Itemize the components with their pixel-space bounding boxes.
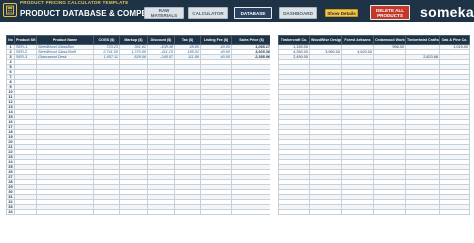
- competitor-price-cell[interactable]: [405, 209, 440, 215]
- column-header: Product SKU: [14, 35, 37, 45]
- competitor-header: Timbertwist Craftsman: [405, 35, 440, 45]
- delete-button-line2: PRODUCTS: [377, 12, 403, 18]
- competitor-header: Oak & Pine Co.: [439, 35, 470, 45]
- competitor-header: Timbercraft Co.: [278, 35, 310, 45]
- cell-price[interactable]: [231, 209, 272, 215]
- column-header: Markup ($): [119, 35, 148, 45]
- competitor-price-cell[interactable]: [341, 209, 374, 215]
- cell-no: 34: [6, 209, 15, 215]
- competitor-price-cell[interactable]: [439, 209, 470, 215]
- competitor-header: Cedarwood Workshop: [373, 35, 406, 45]
- template-name: PRODUCT PRICING CALCULATOR TEMPLATE: [20, 0, 129, 5]
- competitor-header: Forest Artisans: [341, 35, 374, 45]
- show-details-button[interactable]: Show Details: [325, 9, 358, 17]
- cell-name[interactable]: [36, 209, 94, 215]
- column-header: Sales Price ($): [231, 35, 272, 45]
- competitor-row: [278, 209, 470, 215]
- competitor-price-cell[interactable]: [278, 209, 310, 215]
- column-header: Discount ($): [147, 35, 175, 45]
- competitor-header: WoodWise Design: [309, 35, 342, 45]
- product-row: 34: [6, 209, 272, 215]
- cell-sku[interactable]: [14, 209, 37, 215]
- column-header: No: [6, 35, 15, 45]
- database-button[interactable]: DATABASE: [234, 7, 272, 19]
- column-header: Listing Fee ($): [200, 35, 232, 45]
- column-header: Product Name: [36, 35, 94, 45]
- dashboard-button[interactable]: DASHBOARD: [279, 7, 317, 19]
- competitors-table: Timbercraft Co. WoodWise Design Forest Art…: [278, 35, 470, 215]
- calculator-button[interactable]: CALCULATOR: [188, 7, 228, 19]
- competitor-price-cell[interactable]: [309, 209, 342, 215]
- competitor-price-cell[interactable]: [373, 209, 406, 215]
- column-header: Tax ($): [174, 35, 201, 45]
- cell-discount[interactable]: [147, 209, 175, 215]
- table-divider: [270, 35, 276, 239]
- delete-all-products-button[interactable]: DELETE ALL PRODUCTS: [370, 5, 410, 20]
- cell-tax[interactable]: [174, 209, 201, 215]
- column-header: COGS ($): [93, 35, 120, 45]
- raw-materials-button[interactable]: RAW MATERIALS: [144, 7, 184, 19]
- cell-fee[interactable]: [200, 209, 232, 215]
- calculator-logo-icon: [3, 3, 17, 17]
- cell-markup[interactable]: [119, 209, 148, 215]
- brand-logo: someka: [420, 4, 474, 20]
- cell-cogs[interactable]: [93, 209, 120, 215]
- product-database-table: No Product SKU Product Name COGS ($) Markup …: [6, 35, 272, 215]
- app-header: PRODUCT PRICING CALCULATOR TEMPLATE PROD…: [0, 0, 474, 22]
